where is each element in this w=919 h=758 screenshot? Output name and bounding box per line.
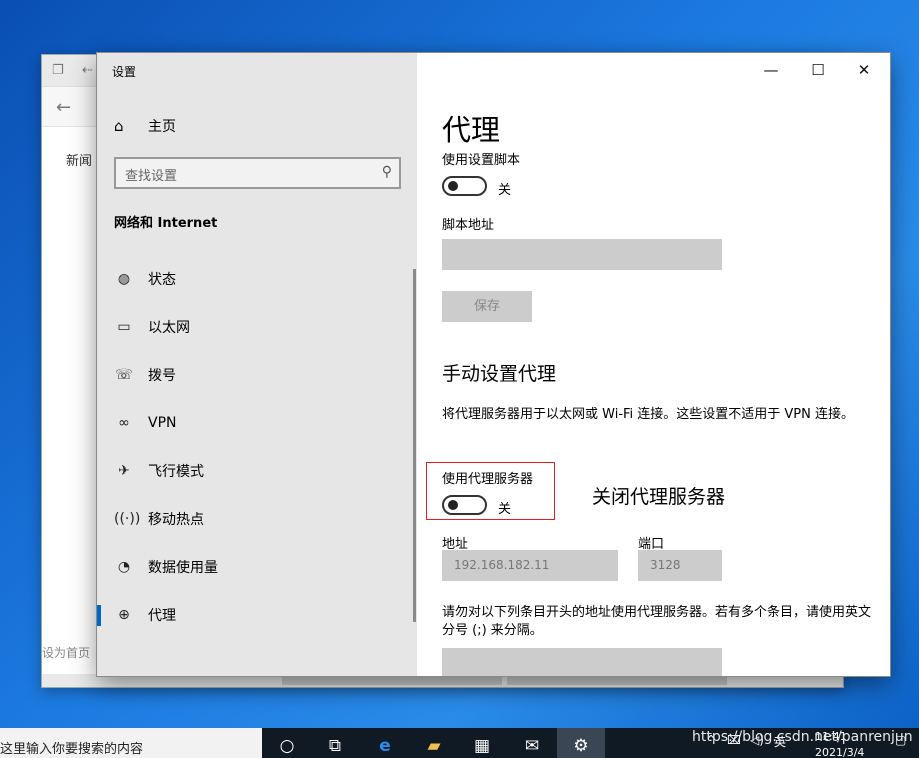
proxy-globe-icon: ⊕ bbox=[118, 607, 130, 623]
minimize-button[interactable]: — bbox=[748, 61, 794, 79]
use-proxy-toggle[interactable] bbox=[442, 495, 487, 515]
setup-script-toggle[interactable] bbox=[442, 176, 487, 196]
window-title: 设置 bbox=[112, 65, 137, 79]
sidebar-item-label: 以太网 bbox=[148, 320, 190, 336]
taskbar-search-box[interactable]: 这里输入你要搜索的内容 bbox=[0, 728, 262, 758]
sidebar-scrollbar[interactable] bbox=[413, 269, 416, 622]
settings-sidebar: 设置 ⌂ 主页 查找设置 ⚲ 网络和 Internet ◍ 状态 ▭ 以太网 ☏… bbox=[97, 53, 417, 676]
home-label: 主页 bbox=[148, 119, 176, 135]
news-link[interactable]: 新闻 bbox=[66, 150, 92, 169]
data-usage-icon: ◔ bbox=[117, 559, 131, 575]
task-view-icon[interactable]: ⧉ bbox=[311, 728, 359, 758]
scrollbar-thumb-2[interactable] bbox=[507, 676, 727, 685]
mail-icon[interactable]: ✉ bbox=[508, 728, 556, 758]
scrollbar-thumb[interactable] bbox=[282, 676, 502, 685]
clock-date[interactable]: 2021/3/4 bbox=[815, 746, 864, 758]
globe-icon: ◍ bbox=[117, 271, 131, 287]
back-arrow-icon[interactable]: ← bbox=[56, 97, 71, 118]
sidebar-item-ethernet[interactable]: ▭ 以太网 bbox=[97, 303, 413, 351]
home-icon: ⌂ bbox=[114, 117, 124, 135]
tab-manager-icon[interactable]: ❐ bbox=[52, 63, 64, 78]
settings-gear-icon[interactable]: ⚙ bbox=[557, 728, 605, 758]
port-input[interactable]: 3128 bbox=[638, 550, 722, 581]
script-address-label: 脚本地址 bbox=[442, 218, 495, 233]
sidebar-item-label: 移动热点 bbox=[148, 512, 204, 528]
manual-proxy-description: 将代理服务器用于以太网或 Wi-Fi 连接。这些设置不适用于 VPN 连接。 bbox=[442, 407, 855, 422]
manual-proxy-title: 手动设置代理 bbox=[442, 363, 557, 385]
script-address-input[interactable] bbox=[442, 239, 722, 270]
exceptions-description: 请勿对以下列条目开头的地址使用代理服务器。若有多个条目，请使用英文分号 (;) … bbox=[442, 605, 872, 638]
cortana-circle-icon[interactable]: ○ bbox=[263, 728, 311, 758]
close-button[interactable]: ✕ bbox=[841, 61, 887, 79]
taskbar-search-text: 这里输入你要搜索的内容 bbox=[0, 742, 144, 757]
sidebar-item-label: 状态 bbox=[148, 272, 176, 288]
vpn-icon: ∞ bbox=[118, 415, 130, 431]
store-icon[interactable]: ▦ bbox=[458, 728, 506, 758]
sidebar-item-label: 数据使用量 bbox=[148, 560, 218, 576]
sidebar-item-label: 飞行模式 bbox=[148, 464, 204, 480]
sidebar-item-vpn[interactable]: ∞ VPN bbox=[97, 399, 413, 447]
file-explorer-icon[interactable]: ▰ bbox=[410, 728, 458, 758]
sidebar-item-data-usage[interactable]: ◔ 数据使用量 bbox=[97, 543, 413, 591]
settings-window: 设置 ⌂ 主页 查找设置 ⚲ 网络和 Internet ◍ 状态 ▭ 以太网 ☏… bbox=[97, 53, 890, 676]
sidebar-item-dialup[interactable]: ☏ 拨号 bbox=[97, 351, 413, 399]
sidebar-item-proxy[interactable]: ⊕ 代理 bbox=[97, 591, 413, 639]
dialup-icon: ☏ bbox=[115, 367, 133, 383]
edge-icon[interactable]: e bbox=[361, 728, 409, 758]
ethernet-icon: ▭ bbox=[117, 319, 131, 335]
annotation-text: 关闭代理服务器 bbox=[592, 486, 726, 508]
hotspot-icon: ((·)) bbox=[114, 511, 141, 527]
setup-script-label: 使用设置脚本 bbox=[442, 153, 521, 168]
sidebar-item-airplane-mode[interactable]: ✈ 飞行模式 bbox=[97, 447, 413, 495]
sidebar-item-label: VPN bbox=[148, 415, 177, 431]
sidebar-item-label: 拨号 bbox=[148, 368, 176, 384]
sidebar-item-status[interactable]: ◍ 状态 bbox=[97, 255, 413, 303]
sidebar-home[interactable]: ⌂ 主页 bbox=[114, 116, 176, 136]
search-placeholder: 查找设置 bbox=[125, 169, 178, 184]
exceptions-input[interactable] bbox=[442, 648, 722, 676]
watermark: https://blog.csdn.net/panrenjun bbox=[692, 729, 913, 745]
sidebar-section-title: 网络和 Internet bbox=[114, 216, 218, 231]
proxy-settings-panel: — ☐ ✕ 代理 使用设置脚本 关 脚本地址 保存 手动设置代理 将代理服务器用… bbox=[417, 53, 890, 676]
settings-search-input[interactable]: 查找设置 ⚲ bbox=[114, 157, 401, 189]
save-button[interactable]: 保存 bbox=[442, 291, 532, 322]
address-input[interactable]: 192.168.182.11 bbox=[442, 550, 618, 581]
setup-script-state: 关 bbox=[498, 183, 512, 198]
selected-indicator bbox=[97, 605, 101, 626]
tab-back-icon[interactable]: ⇠ bbox=[82, 63, 93, 78]
use-proxy-label: 使用代理服务器 bbox=[442, 472, 534, 487]
page-title: 代理 bbox=[442, 113, 501, 147]
maximize-button[interactable]: ☐ bbox=[795, 61, 841, 79]
set-homepage-link[interactable]: 设为首页 bbox=[42, 644, 90, 661]
search-icon[interactable]: ⚲ bbox=[382, 164, 392, 180]
sidebar-item-mobile-hotspot[interactable]: ((·)) 移动热点 bbox=[97, 495, 413, 543]
sidebar-item-label: 代理 bbox=[148, 608, 176, 624]
use-proxy-state: 关 bbox=[498, 502, 512, 517]
airplane-icon: ✈ bbox=[118, 463, 130, 479]
